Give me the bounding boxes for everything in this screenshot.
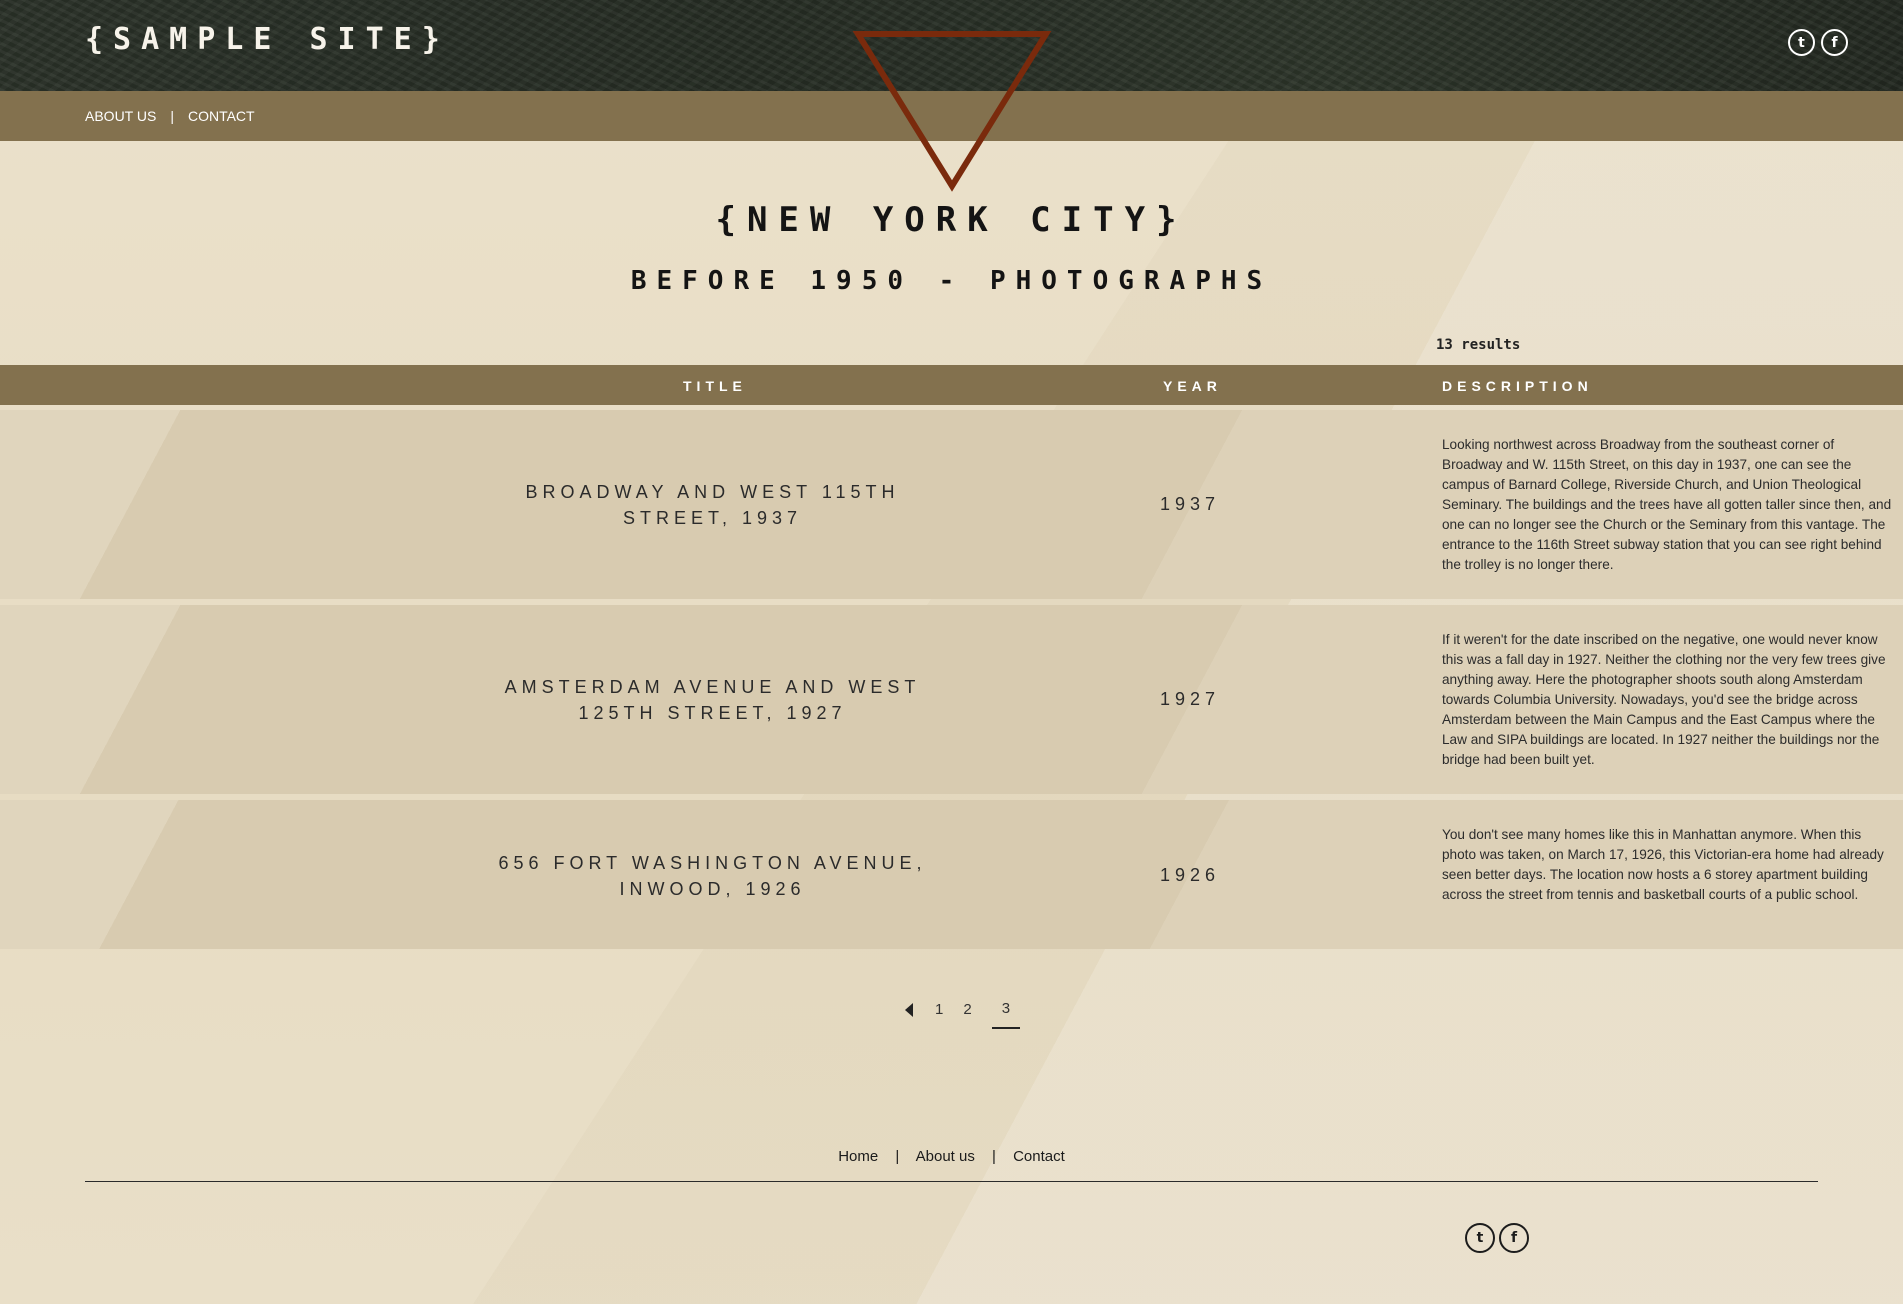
twitter-icon[interactable]: t [1788,29,1815,56]
table-row[interactable]: AMSTERDAM AVENUE AND WEST 125TH STREET, … [0,605,1903,794]
footer-divider [85,1181,1818,1182]
footer-separator: | [895,1148,900,1165]
column-title[interactable]: TITLE [683,378,747,394]
footer-social-links: t f [1465,1223,1529,1253]
twitter-icon[interactable]: t [1465,1223,1495,1253]
footer-contact-link[interactable]: Contact [1013,1148,1065,1165]
nav-separator: | [170,108,174,124]
row-year: 1937 [1159,494,1221,514]
row-year: 1927 [1159,689,1221,709]
table-row[interactable]: BROADWAY AND WEST 115TH STREET, 1937 193… [0,410,1903,599]
footer-nav: Home | About us | Contact [0,1148,1903,1165]
row-title[interactable]: AMSTERDAM AVENUE AND WEST 125TH STREET, … [495,674,930,726]
page-link-3-current[interactable]: 3 [991,1000,1021,1029]
column-year[interactable]: YEAR [1163,378,1222,394]
site-logo[interactable]: {SAMPLE SITE} [85,22,450,57]
nav-contact[interactable]: CONTACT [188,108,255,124]
table-row[interactable]: 656 FORT WASHINGTON AVENUE, INWOOD, 1926… [0,800,1903,949]
table-header: TITLE YEAR DESCRIPTION [0,365,1903,405]
row-title[interactable]: BROADWAY AND WEST 115TH STREET, 1937 [495,479,930,531]
facebook-icon[interactable]: f [1499,1223,1529,1253]
page-subtitle: BEFORE 1950 - PHOTOGRAPHS [630,266,1273,296]
page-title: {NEW YORK CITY} [715,200,1188,240]
column-description: DESCRIPTION [1442,378,1593,394]
footer-about-link[interactable]: About us [916,1148,975,1165]
triangle-emblem-icon [852,31,1052,192]
page-link-1[interactable]: 1 [935,1001,943,1018]
footer-home-link[interactable]: Home [838,1148,878,1165]
nav-about-us[interactable]: ABOUT US [85,108,156,124]
pagination: 1 2 3 [905,990,1040,1029]
row-description: You don't see many homes like this in Ma… [1442,827,1884,902]
facebook-icon[interactable]: f [1821,29,1848,56]
row-title[interactable]: 656 FORT WASHINGTON AVENUE, INWOOD, 1926 [495,850,930,902]
row-description: Looking northwest across Broadway from t… [1442,437,1892,572]
row-description: If it weren't for the date inscribed on … [1442,632,1886,767]
previous-page-arrow-icon[interactable] [905,1002,913,1017]
header-social-links: t f [1788,29,1848,56]
row-year: 1926 [1159,865,1221,885]
results-count: 13 results [1436,337,1521,353]
footer-separator: | [992,1148,996,1165]
page-link-2[interactable]: 2 [963,1001,971,1018]
